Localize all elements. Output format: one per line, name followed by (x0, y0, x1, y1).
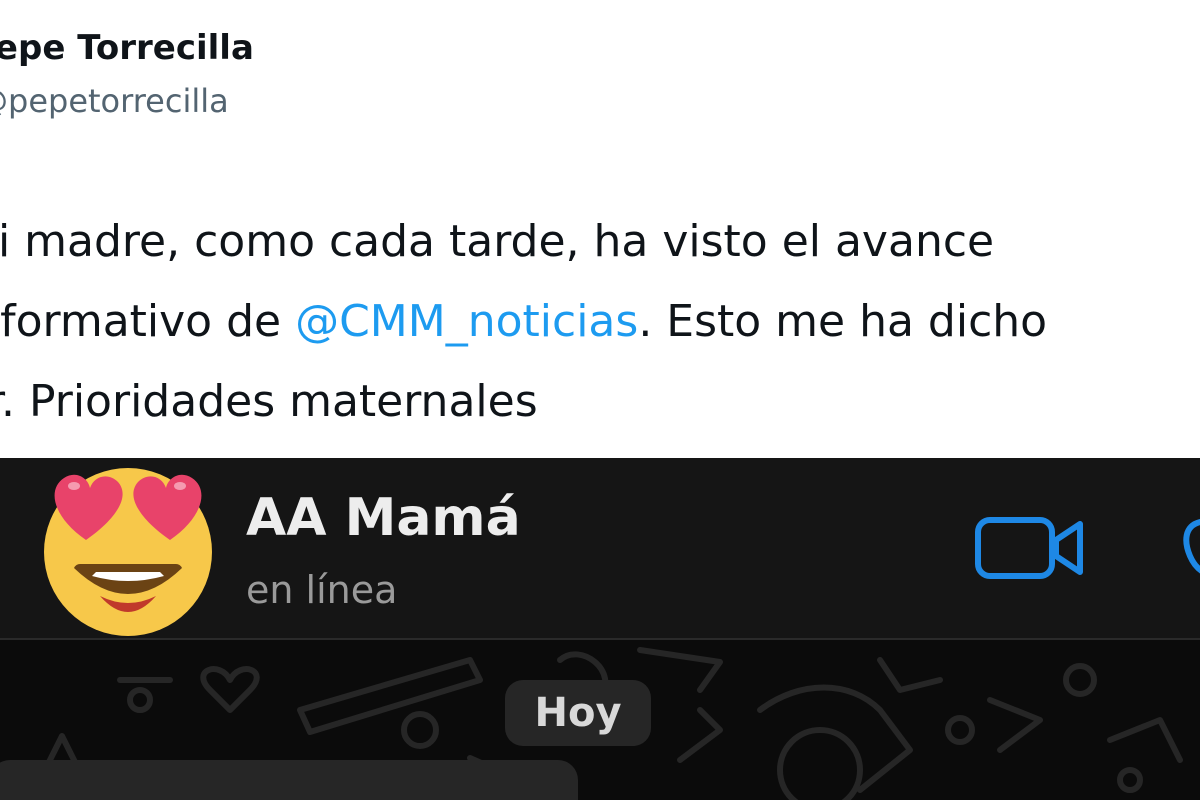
heart-eyes-emoji-icon[interactable] (30, 460, 230, 636)
mention-link[interactable]: @CMM_noticias (295, 296, 638, 347)
tweet-text-fragment: . Esto me ha dicho (638, 296, 1048, 347)
phone-call-icon[interactable] (1170, 508, 1200, 588)
contact-name[interactable]: AA Mamá (246, 488, 521, 548)
chat-header: AA Mamá en línea (0, 458, 1200, 640)
tweet-text-line: informativo de @CMM_noticias. Esto me ha… (0, 282, 1200, 362)
tweet-card: Pepe Torrecilla @pepetorrecilla Mi madre… (0, 0, 1200, 458)
message-bubble[interactable] (0, 760, 578, 800)
tweet-text-fragment: informativo de (0, 296, 282, 347)
chat-screenshot: AA Mamá en línea Hoy (0, 458, 1200, 800)
author-handle[interactable]: @pepetorrecilla (0, 82, 229, 120)
date-label: Hoy (534, 690, 622, 736)
author-name[interactable]: Pepe Torrecilla (0, 28, 254, 68)
tweet-text-line: ar. Prioridades maternales (0, 376, 538, 427)
date-separator: Hoy (505, 680, 651, 746)
video-call-icon[interactable] (972, 508, 1088, 588)
tweet-text: Mi madre, como cada tarde, ha visto el a… (0, 202, 1200, 442)
contact-status: en línea (246, 568, 398, 612)
tweet-text-line: Mi madre, como cada tarde, ha visto el a… (0, 216, 995, 267)
